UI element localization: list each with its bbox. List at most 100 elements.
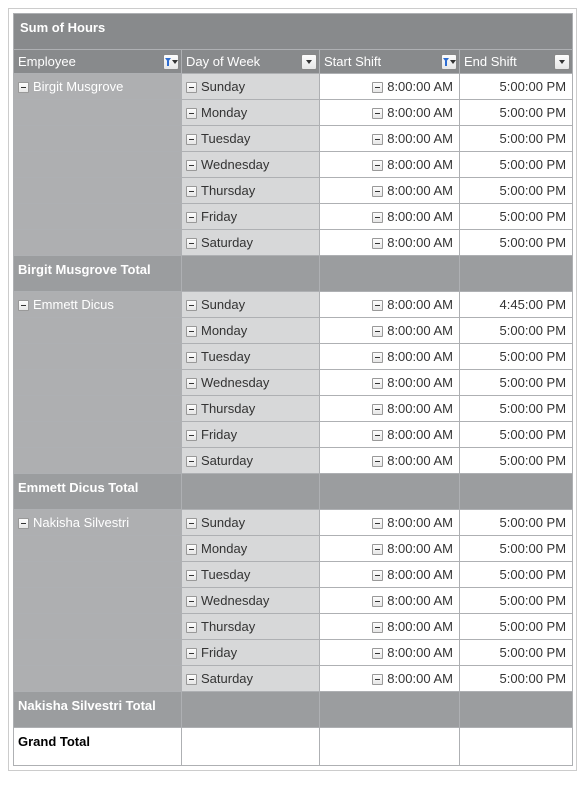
collapse-icon[interactable]: [186, 160, 197, 171]
collapse-icon[interactable]: [186, 326, 197, 337]
collapse-icon[interactable]: [186, 134, 197, 145]
start-shift-cell[interactable]: 8:00:00 AM: [320, 230, 460, 256]
end-shift-cell[interactable]: 5:00:00 PM: [460, 640, 573, 666]
end-shift-cell[interactable]: 4:45:00 PM: [460, 292, 573, 318]
col-header-start[interactable]: Start Shift: [320, 50, 460, 74]
day-cell[interactable]: Monday: [182, 318, 320, 344]
end-shift-cell[interactable]: 5:00:00 PM: [460, 178, 573, 204]
end-shift-cell[interactable]: 5:00:00 PM: [460, 204, 573, 230]
start-shift-cell[interactable]: 8:00:00 AM: [320, 536, 460, 562]
collapse-icon[interactable]: [186, 596, 197, 607]
day-cell[interactable]: Thursday: [182, 178, 320, 204]
collapse-icon[interactable]: [372, 378, 383, 389]
end-shift-cell[interactable]: 5:00:00 PM: [460, 344, 573, 370]
end-shift-cell[interactable]: 5:00:00 PM: [460, 152, 573, 178]
day-cell[interactable]: Tuesday: [182, 562, 320, 588]
end-shift-cell[interactable]: 5:00:00 PM: [460, 74, 573, 100]
collapse-icon[interactable]: [186, 518, 197, 529]
start-shift-cell[interactable]: 8:00:00 AM: [320, 178, 460, 204]
start-shift-cell[interactable]: 8:00:00 AM: [320, 126, 460, 152]
start-shift-cell[interactable]: 8:00:00 AM: [320, 588, 460, 614]
day-cell[interactable]: Saturday: [182, 448, 320, 474]
day-cell[interactable]: Wednesday: [182, 370, 320, 396]
collapse-icon[interactable]: [372, 160, 383, 171]
collapse-icon[interactable]: [186, 674, 197, 685]
collapse-icon[interactable]: [372, 648, 383, 659]
filter-dropdown-icon[interactable]: [301, 54, 317, 70]
collapse-icon[interactable]: [372, 134, 383, 145]
end-shift-cell[interactable]: 5:00:00 PM: [460, 370, 573, 396]
end-shift-cell[interactable]: 5:00:00 PM: [460, 230, 573, 256]
day-cell[interactable]: Thursday: [182, 614, 320, 640]
collapse-icon[interactable]: [372, 544, 383, 555]
employee-cell[interactable]: Nakisha Silvestri: [14, 510, 182, 536]
day-cell[interactable]: Monday: [182, 536, 320, 562]
end-shift-cell[interactable]: 5:00:00 PM: [460, 614, 573, 640]
start-shift-cell[interactable]: 8:00:00 AM: [320, 422, 460, 448]
start-shift-cell[interactable]: 8:00:00 AM: [320, 448, 460, 474]
end-shift-cell[interactable]: 5:00:00 PM: [460, 126, 573, 152]
start-shift-cell[interactable]: 8:00:00 AM: [320, 152, 460, 178]
day-cell[interactable]: Sunday: [182, 510, 320, 536]
collapse-icon[interactable]: [372, 238, 383, 249]
collapse-icon[interactable]: [372, 404, 383, 415]
end-shift-cell[interactable]: 5:00:00 PM: [460, 318, 573, 344]
collapse-icon[interactable]: [18, 518, 29, 529]
start-shift-cell[interactable]: 8:00:00 AM: [320, 204, 460, 230]
collapse-icon[interactable]: [18, 300, 29, 311]
filter-dropdown-icon[interactable]: [554, 54, 570, 70]
end-shift-cell[interactable]: 5:00:00 PM: [460, 536, 573, 562]
filter-funnel-icon[interactable]: [441, 54, 457, 70]
collapse-icon[interactable]: [372, 212, 383, 223]
employee-cell[interactable]: Birgit Musgrove: [14, 74, 182, 100]
collapse-icon[interactable]: [372, 326, 383, 337]
collapse-icon[interactable]: [186, 570, 197, 581]
collapse-icon[interactable]: [372, 674, 383, 685]
collapse-icon[interactable]: [18, 82, 29, 93]
collapse-icon[interactable]: [186, 212, 197, 223]
day-cell[interactable]: Sunday: [182, 74, 320, 100]
collapse-icon[interactable]: [186, 456, 197, 467]
collapse-icon[interactable]: [186, 186, 197, 197]
start-shift-cell[interactable]: 8:00:00 AM: [320, 344, 460, 370]
col-header-day[interactable]: Day of Week: [182, 50, 320, 74]
collapse-icon[interactable]: [186, 82, 197, 93]
start-shift-cell[interactable]: 8:00:00 AM: [320, 396, 460, 422]
collapse-icon[interactable]: [186, 430, 197, 441]
end-shift-cell[interactable]: 5:00:00 PM: [460, 100, 573, 126]
start-shift-cell[interactable]: 8:00:00 AM: [320, 100, 460, 126]
collapse-icon[interactable]: [186, 378, 197, 389]
end-shift-cell[interactable]: 5:00:00 PM: [460, 396, 573, 422]
start-shift-cell[interactable]: 8:00:00 AM: [320, 292, 460, 318]
day-cell[interactable]: Sunday: [182, 292, 320, 318]
collapse-icon[interactable]: [372, 596, 383, 607]
day-cell[interactable]: Saturday: [182, 666, 320, 692]
day-cell[interactable]: Friday: [182, 204, 320, 230]
collapse-icon[interactable]: [186, 648, 197, 659]
collapse-icon[interactable]: [186, 404, 197, 415]
collapse-icon[interactable]: [372, 352, 383, 363]
start-shift-cell[interactable]: 8:00:00 AM: [320, 666, 460, 692]
day-cell[interactable]: Friday: [182, 640, 320, 666]
collapse-icon[interactable]: [186, 108, 197, 119]
day-cell[interactable]: Thursday: [182, 396, 320, 422]
end-shift-cell[interactable]: 5:00:00 PM: [460, 666, 573, 692]
start-shift-cell[interactable]: 8:00:00 AM: [320, 510, 460, 536]
start-shift-cell[interactable]: 8:00:00 AM: [320, 640, 460, 666]
collapse-icon[interactable]: [186, 238, 197, 249]
collapse-icon[interactable]: [372, 186, 383, 197]
start-shift-cell[interactable]: 8:00:00 AM: [320, 562, 460, 588]
collapse-icon[interactable]: [372, 108, 383, 119]
collapse-icon[interactable]: [372, 518, 383, 529]
start-shift-cell[interactable]: 8:00:00 AM: [320, 74, 460, 100]
collapse-icon[interactable]: [372, 456, 383, 467]
day-cell[interactable]: Wednesday: [182, 588, 320, 614]
start-shift-cell[interactable]: 8:00:00 AM: [320, 318, 460, 344]
day-cell[interactable]: Tuesday: [182, 126, 320, 152]
day-cell[interactable]: Wednesday: [182, 152, 320, 178]
col-header-end[interactable]: End Shift: [460, 50, 573, 74]
collapse-icon[interactable]: [186, 544, 197, 555]
col-header-employee[interactable]: Employee: [14, 50, 182, 74]
start-shift-cell[interactable]: 8:00:00 AM: [320, 370, 460, 396]
end-shift-cell[interactable]: 5:00:00 PM: [460, 562, 573, 588]
